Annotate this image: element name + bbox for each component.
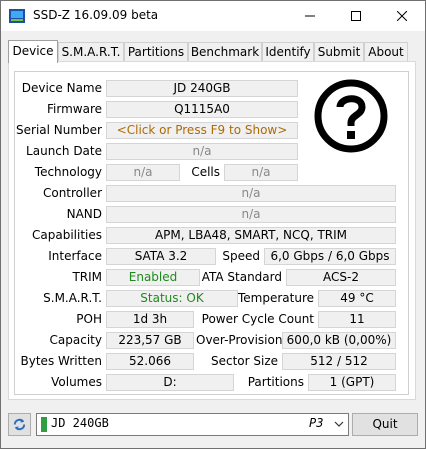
launch-date-value: n/a bbox=[106, 143, 298, 160]
tab-about[interactable]: About bbox=[364, 42, 408, 62]
bytes-written-value: 52.066 bbox=[106, 353, 194, 370]
over-provision-label: Over-Provision bbox=[196, 333, 283, 347]
volumes-value: D: bbox=[106, 374, 234, 391]
poh-label: POH bbox=[76, 312, 102, 326]
question-mark-icon bbox=[314, 79, 388, 153]
trim-label: TRIM bbox=[72, 270, 102, 284]
serial-number-label: Serial Number bbox=[16, 123, 102, 137]
capabilities-label: Capabilities bbox=[32, 228, 102, 242]
temperature-label: Temperature bbox=[238, 291, 315, 305]
controller-label: Controller bbox=[42, 186, 102, 200]
power-cycle-count-label: Power Cycle Count bbox=[201, 312, 314, 326]
power-cycle-count-value: 11 bbox=[318, 311, 396, 328]
interface-value: SATA 3.2 bbox=[106, 248, 216, 265]
tab-device[interactable]: Device bbox=[8, 40, 58, 63]
smart-status-value: Status: OK bbox=[106, 290, 238, 307]
maximize-icon bbox=[351, 11, 361, 21]
tab-identify[interactable]: Identify bbox=[262, 42, 314, 62]
tab-benchmark[interactable]: Benchmark bbox=[188, 42, 262, 62]
app-icon bbox=[9, 9, 25, 23]
ata-standard-value: ACS-2 bbox=[286, 269, 396, 286]
refresh-icon bbox=[13, 418, 26, 431]
close-icon bbox=[397, 11, 407, 21]
maximize-button[interactable] bbox=[333, 1, 379, 31]
nand-value: n/a bbox=[106, 206, 396, 223]
drive-port-value: P3 bbox=[309, 416, 324, 430]
device-name-value: JD 240GB bbox=[106, 80, 298, 97]
device-name-label: Device Name bbox=[21, 81, 102, 95]
ata-standard-label: ATA Standard bbox=[201, 270, 282, 284]
partitions-value: 1 (GPT) bbox=[308, 374, 396, 391]
technology-label: Technology bbox=[34, 165, 102, 179]
title-bar: SSD-Z 16.09.09 beta bbox=[1, 1, 425, 31]
volumes-label: Volumes bbox=[51, 375, 102, 389]
launch-date-label: Launch Date bbox=[26, 144, 102, 158]
technology-value: n/a bbox=[106, 164, 180, 181]
chevron-down-icon bbox=[334, 421, 344, 427]
tab-partitions[interactable]: Partitions bbox=[124, 42, 188, 62]
interface-label: Interface bbox=[48, 249, 102, 263]
capacity-label: Capacity bbox=[49, 333, 102, 347]
quit-button[interactable]: Quit bbox=[352, 413, 418, 436]
minimize-button[interactable] bbox=[287, 1, 333, 31]
cells-label: Cells bbox=[191, 165, 220, 179]
over-provision-value: 600,0 kB (0,00%) bbox=[282, 332, 396, 349]
smart-label: S.M.A.R.T. bbox=[43, 291, 102, 305]
refresh-button[interactable] bbox=[8, 413, 31, 436]
trim-value: Enabled bbox=[106, 269, 200, 286]
cells-value: n/a bbox=[224, 164, 298, 181]
drive-status-bar bbox=[41, 417, 47, 432]
bytes-written-label: Bytes Written bbox=[20, 354, 102, 368]
close-button[interactable] bbox=[379, 1, 425, 31]
poh-value: 1d 3h bbox=[106, 311, 194, 328]
speed-value: 6,0 Gbps / 6,0 Gbps bbox=[264, 248, 396, 265]
temperature-value: 49 °C bbox=[318, 290, 396, 307]
speed-label: Speed bbox=[222, 249, 260, 263]
drive-image bbox=[306, 79, 396, 153]
firmware-label: Firmware bbox=[47, 102, 102, 116]
tab-smart[interactable]: S.M.A.R.T. bbox=[58, 42, 124, 62]
controller-value: n/a bbox=[106, 185, 396, 202]
partitions-label: Partitions bbox=[247, 375, 304, 389]
tab-submit[interactable]: Submit bbox=[314, 42, 364, 62]
capabilities-value: APM, LBA48, SMART, NCQ, TRIM bbox=[106, 227, 396, 244]
nand-label: NAND bbox=[66, 207, 102, 221]
serial-number-value[interactable]: <Click or Press F9 to Show> bbox=[106, 122, 298, 139]
minimize-icon bbox=[305, 15, 315, 17]
capacity-value: 223,57 GB bbox=[106, 332, 194, 349]
drive-select-value: JD 240GB bbox=[51, 416, 109, 430]
drive-select[interactable]: JD 240GB P3 bbox=[36, 413, 349, 436]
sector-size-label: Sector Size bbox=[210, 354, 278, 368]
sector-size-value: 512 / 512 bbox=[282, 353, 396, 370]
window-title: SSD-Z 16.09.09 beta bbox=[33, 8, 159, 22]
firmware-value: Q1115A0 bbox=[106, 101, 298, 118]
